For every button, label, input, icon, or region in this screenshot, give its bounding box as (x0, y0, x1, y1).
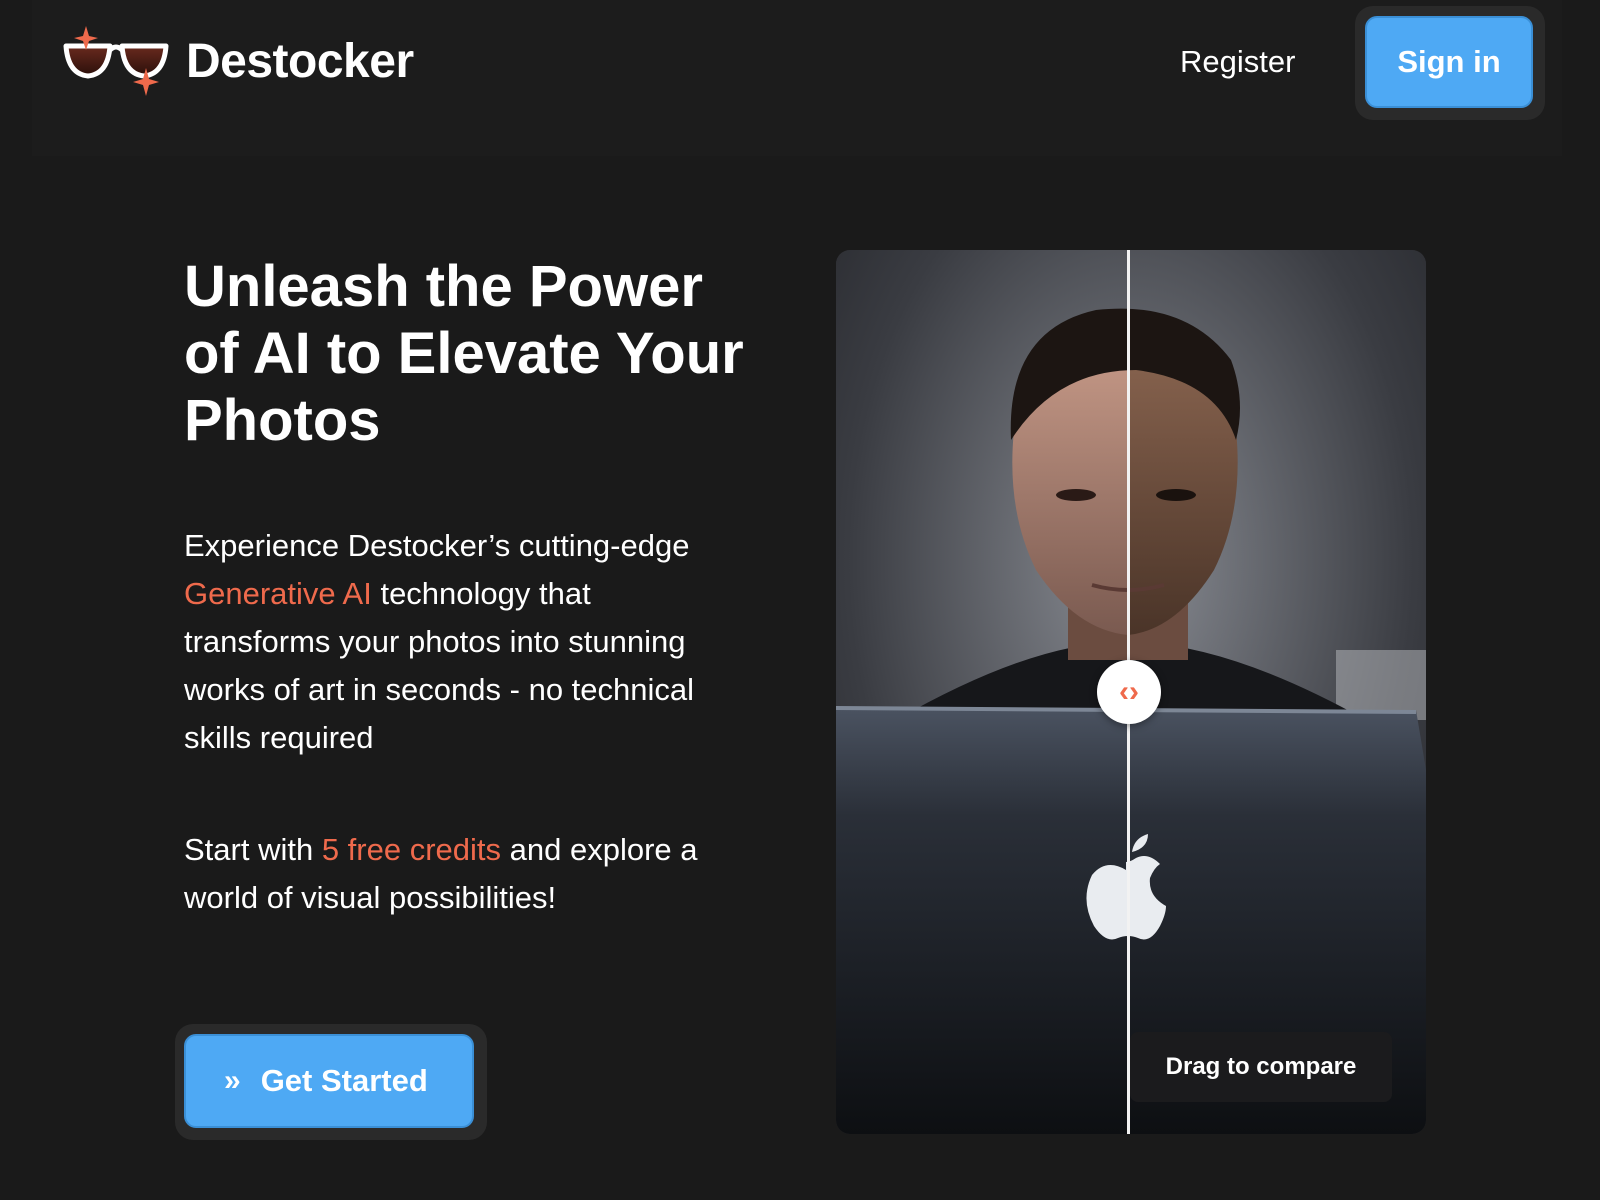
register-link[interactable]: Register (1180, 44, 1295, 80)
double-chevron-right-icon: » (224, 1064, 241, 1097)
brand-name[interactable]: Destocker (186, 34, 414, 89)
get-started-label: Get Started (260, 1063, 428, 1098)
code-arrows-icon[interactable]: ‹› (1097, 660, 1161, 724)
hero-headline: Unleash the Power of AI to Elevate Your … (184, 254, 744, 453)
generative-ai-highlight: Generative AI (184, 576, 372, 611)
before-after-comparison[interactable]: ‹› Drag to compare (836, 250, 1426, 1134)
credits-text-start: Start with (184, 832, 322, 867)
hero-description: Experience Destocker’s cutting-edge Gene… (184, 522, 724, 762)
sign-in-button-frame: Sign in (1355, 6, 1545, 120)
description-text: Experience Destocker’s cutting-edge (184, 528, 690, 563)
get-started-button-frame: » Get Started (175, 1024, 487, 1140)
get-started-button[interactable]: » Get Started (184, 1034, 474, 1128)
drag-to-compare-label: Drag to compare (1130, 1032, 1392, 1102)
sunglasses-sparkle-icon[interactable] (62, 24, 172, 100)
free-credits-highlight: 5 free credits (321, 832, 502, 867)
free-credits-text: Start with 5 free credits and explore a … (184, 826, 724, 922)
sign-in-button[interactable]: Sign in (1365, 16, 1533, 108)
